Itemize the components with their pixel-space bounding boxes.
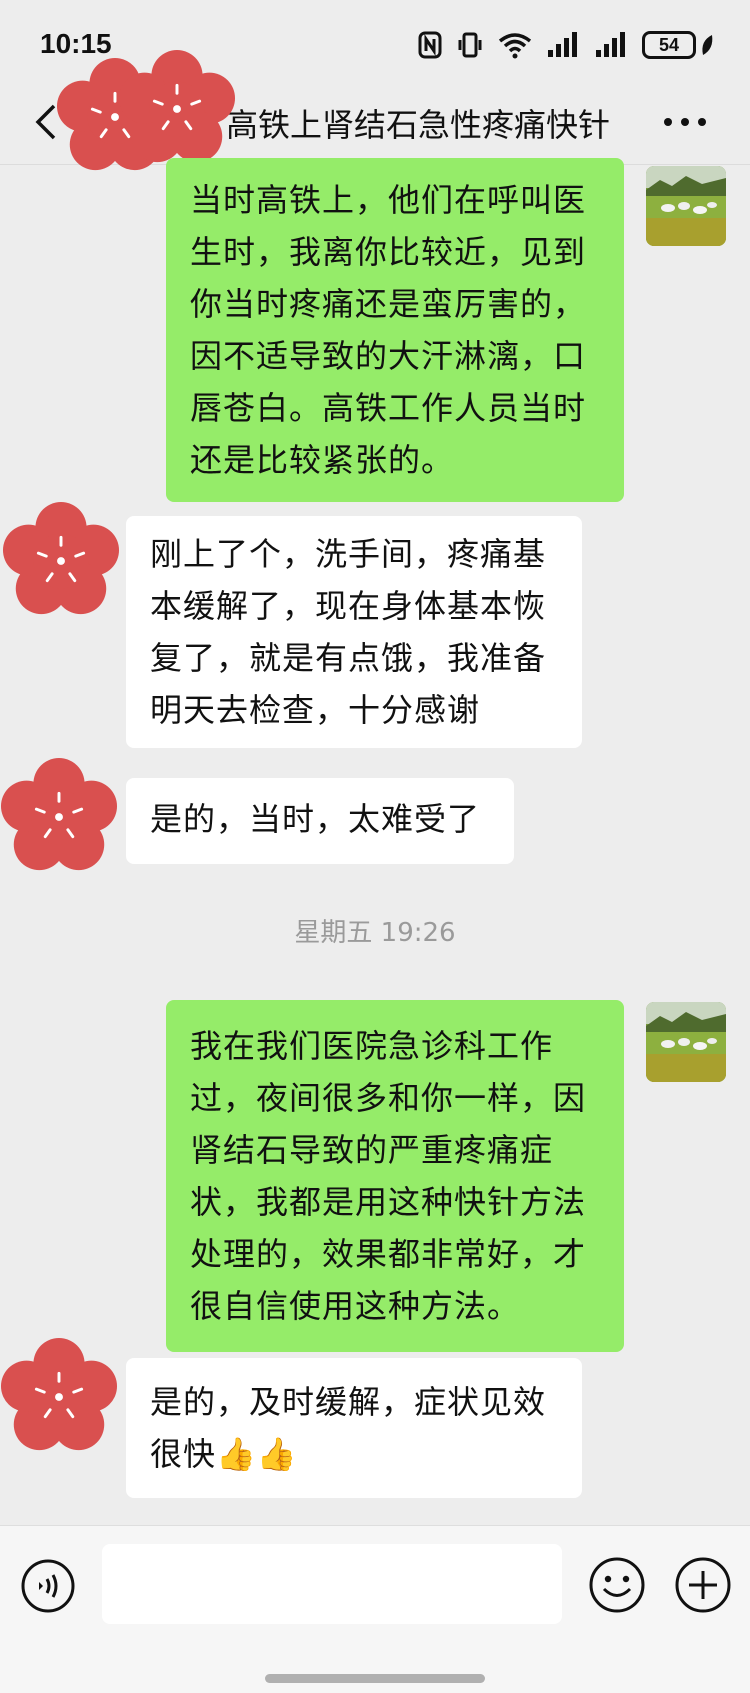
plus-icon[interactable] xyxy=(674,1556,732,1614)
signal-icon xyxy=(596,32,625,57)
message-line: 明天去检查，十分感谢 xyxy=(150,691,481,729)
status-time: 10:15 xyxy=(40,28,112,59)
status-icons: 54 xyxy=(418,30,714,60)
message-line: 过，夜间很多和你一样，因 xyxy=(190,1079,587,1117)
wifi-icon xyxy=(498,33,532,59)
redaction-blossom-icon[interactable] xyxy=(2,502,120,620)
battery-level: 54 xyxy=(642,31,696,59)
message-line: 当时高铁上，他们在呼叫医 xyxy=(190,181,587,219)
message-line: 刚上了个，洗手间，疼痛基 xyxy=(150,535,547,573)
message-line: 还是比较紧张的。 xyxy=(190,441,455,479)
message-line: 你当时疼痛还是蛮厉害的， xyxy=(190,285,587,323)
message-line: 复了，就是有点饿，我准备 xyxy=(150,639,547,677)
more-dots-icon[interactable] xyxy=(660,102,710,142)
message-line: 是的，及时缓解，症状见效 xyxy=(150,1383,547,1421)
message-input[interactable] xyxy=(102,1544,562,1624)
message-line: 处理的，效果都非常好，才 xyxy=(190,1235,587,1273)
chat-title: 高铁上肾结石急性疼痛快针 xyxy=(226,106,611,144)
leaf-icon xyxy=(702,35,713,55)
message-bubble-received[interactable]: 刚上了个，洗手间，疼痛基 本缓解了，现在身体基本恢 复了，就是有点饿，我准备 明… xyxy=(126,516,582,748)
vibrate-icon xyxy=(458,32,482,58)
message-line: 很自信使用这种方法。 xyxy=(190,1287,521,1325)
redaction-blossom-icon[interactable] xyxy=(0,1338,118,1456)
redaction-blossom-icon[interactable] xyxy=(0,758,118,876)
message-line: 是的，当时，太难受了 xyxy=(150,800,481,838)
my-avatar[interactable] xyxy=(646,166,726,246)
message-line: 唇苍白。高铁工作人员当时 xyxy=(190,389,587,427)
chat-header: 高铁上肾结石急性疼痛快针 xyxy=(0,80,750,165)
message-line: 生时，我离你比较近，见到 xyxy=(190,233,587,271)
emoji-icon[interactable] xyxy=(588,1556,646,1614)
input-bar xyxy=(0,1525,750,1693)
message-bubble-sent[interactable]: 我在我们医院急诊科工作 过，夜间很多和你一样，因 肾结石导致的严重疼痛症 状，我… xyxy=(166,1000,624,1352)
nfc-icon xyxy=(418,31,442,59)
message-timestamp: 星期五 19:26 xyxy=(294,918,456,948)
message-line: 因不适导致的大汗淋漓，口 xyxy=(190,337,587,375)
home-indicator[interactable] xyxy=(265,1674,485,1683)
message-line: 本缓解了，现在身体基本恢 xyxy=(150,587,547,625)
message-line: 很快👍👍 xyxy=(150,1435,298,1473)
message-line: 状，我都是用这种快针方法 xyxy=(190,1183,587,1221)
my-avatar[interactable] xyxy=(646,1002,726,1082)
voice-icon[interactable] xyxy=(20,1558,76,1614)
signal-icon xyxy=(548,32,577,57)
redaction-blossom-icon xyxy=(118,50,236,168)
message-bubble-sent[interactable]: 当时高铁上，他们在呼叫医 生时，我离你比较近，见到 你当时疼痛还是蛮厉害的， 因… xyxy=(166,158,624,502)
battery-icon: 54 xyxy=(642,31,714,59)
message-line: 我在我们医院急诊科工作 xyxy=(190,1027,554,1065)
message-bubble-received[interactable]: 是的，当时，太难受了 xyxy=(126,778,514,864)
message-line: 肾结石导致的严重疼痛症 xyxy=(190,1131,554,1169)
message-bubble-received[interactable]: 是的，及时缓解，症状见效 很快👍👍 xyxy=(126,1358,582,1498)
